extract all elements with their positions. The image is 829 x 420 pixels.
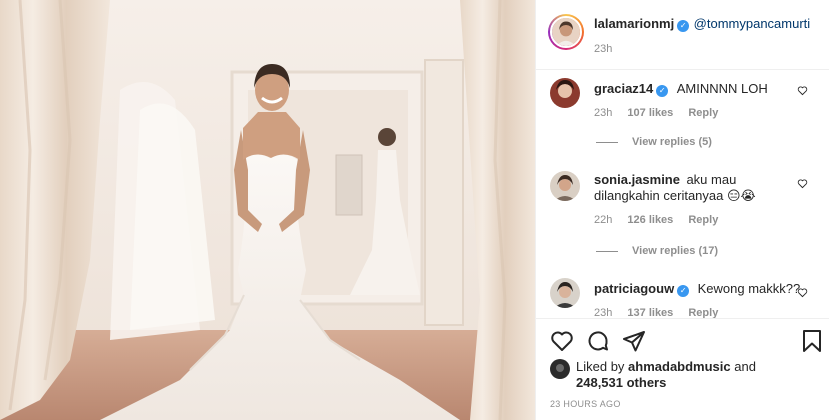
divider-line xyxy=(596,141,618,143)
wedding-dress-photo xyxy=(0,0,535,420)
reply-button[interactable]: Reply xyxy=(688,214,718,226)
liked-by-prefix: Liked by xyxy=(576,359,625,374)
liked-by-avatar-image xyxy=(550,359,570,379)
reply-button[interactable]: Reply xyxy=(688,107,718,119)
comment-likes[interactable]: 107 likes xyxy=(627,107,673,119)
commenter-avatar-image xyxy=(550,278,580,308)
comment-icon[interactable] xyxy=(586,329,610,353)
view-replies-label: View replies (5) xyxy=(632,136,712,148)
comment-text-line2: dilangkahin ceritanyaa 😑😭 xyxy=(594,188,756,203)
view-replies-label: View replies (17) xyxy=(632,245,719,257)
commenter-avatar-image xyxy=(550,78,580,108)
bookmark-icon[interactable] xyxy=(802,329,822,353)
divider-line xyxy=(596,250,618,252)
comment-text-line1: aku mau xyxy=(686,172,737,187)
liked-by-user[interactable]: ahmadabdmusic xyxy=(628,359,731,374)
author-avatar-image xyxy=(552,18,580,46)
post-time: 23h xyxy=(594,43,613,55)
comment-username[interactable]: graciaz14 xyxy=(594,81,653,96)
liked-by-avatar[interactable] xyxy=(550,359,570,379)
verified-badge-icon: ✓ xyxy=(677,285,690,297)
comment-time: 22h xyxy=(594,214,613,226)
commenter-avatar[interactable] xyxy=(550,171,580,201)
comment-likes[interactable]: 126 likes xyxy=(627,214,673,226)
view-replies-button[interactable]: View replies (5) xyxy=(596,136,712,148)
comment-like-heart-icon[interactable] xyxy=(797,287,808,298)
comment-text: AMINNNN LOH xyxy=(676,81,768,96)
verified-badge-icon: ✓ xyxy=(677,20,690,32)
commenter-avatar[interactable] xyxy=(550,78,580,108)
commenter-avatar[interactable] xyxy=(550,278,580,308)
comment-like-heart-icon[interactable] xyxy=(797,178,808,189)
liked-by-and: and xyxy=(734,359,756,374)
post-photo[interactable] xyxy=(0,0,535,420)
heart-icon[interactable] xyxy=(550,329,574,353)
comment-username[interactable]: patriciagouw xyxy=(594,281,674,296)
likes-count[interactable]: 248,531 others xyxy=(576,375,666,390)
comment-time: 23h xyxy=(594,107,613,119)
view-replies-button[interactable]: View replies (17) xyxy=(596,245,718,257)
comment-username[interactable]: sonia.jasmine xyxy=(594,172,680,187)
author-avatar[interactable] xyxy=(550,16,582,48)
author-username[interactable]: lalamarionmj xyxy=(594,16,674,31)
share-icon[interactable] xyxy=(622,329,646,353)
post-panel: lalamarionmj ✓ @tommypancamurti 23h graci… xyxy=(535,0,829,420)
post-header: lalamarionmj ✓ @tommypancamurti 23h xyxy=(536,0,829,70)
posted-time[interactable]: 23 HOURS AGO xyxy=(550,399,621,409)
liked-by-text: Liked by ahmadabdmusic and 248,531 other… xyxy=(576,359,756,391)
post-actions-bar: Liked by ahmadabdmusic and 248,531 other… xyxy=(536,318,829,420)
verified-badge-icon: ✓ xyxy=(656,85,669,97)
commenter-avatar-image xyxy=(550,171,580,201)
mention-link[interactable]: @tommypancamurti xyxy=(694,16,811,31)
comment-text: Kewong makkk?? xyxy=(697,281,801,296)
comment-like-heart-icon[interactable] xyxy=(797,85,808,96)
